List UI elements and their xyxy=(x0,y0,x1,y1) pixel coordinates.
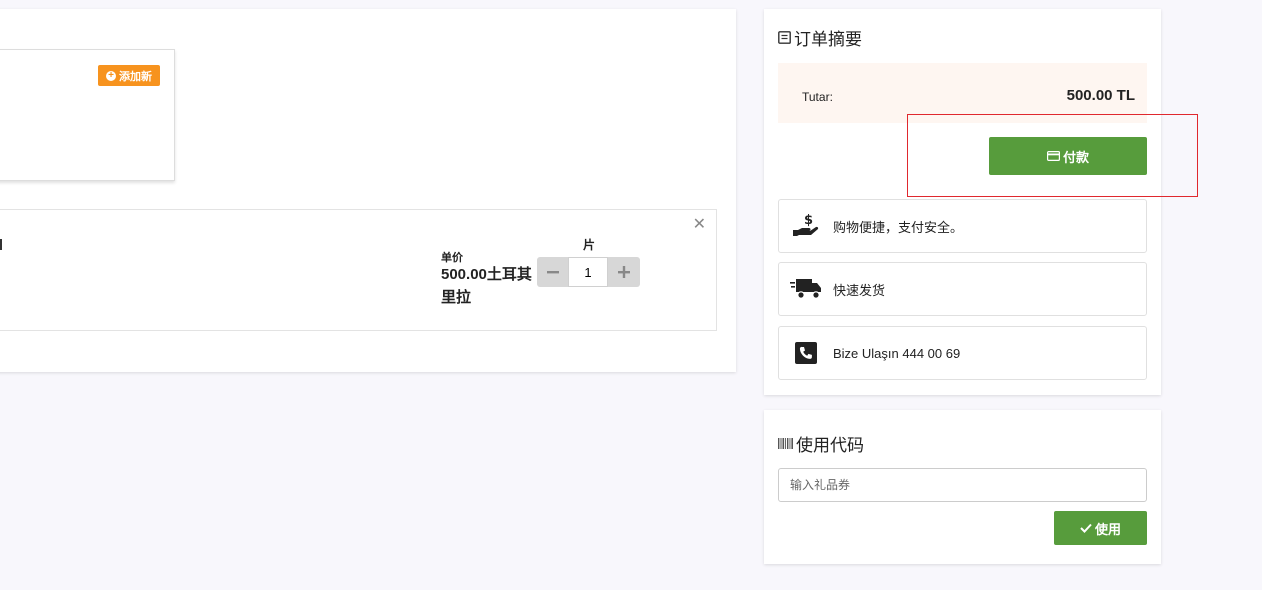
order-summary-title: 订单摘要 xyxy=(778,25,862,50)
pay-label: 付款 xyxy=(1062,149,1089,165)
increase-quantity-button[interactable] xyxy=(608,257,639,287)
quantity-input[interactable] xyxy=(568,257,608,287)
feature-text: 购物便捷，支付安全。 xyxy=(833,219,964,235)
coupon-input[interactable] xyxy=(778,468,1147,502)
feature-text: Bize Ulaşın 444 00 69 xyxy=(833,345,961,361)
barcode-icon xyxy=(778,438,793,449)
total-box: Tutar: 500.00 TL xyxy=(778,63,1147,123)
apply-label: 使用 xyxy=(1094,521,1121,537)
minus-icon xyxy=(546,271,559,274)
pay-button[interactable]: 付款 xyxy=(989,137,1147,175)
feature-fast-shipping: 快速发货 xyxy=(778,262,1147,316)
close-icon[interactable]: ✕ xyxy=(693,217,706,233)
feature-secure-payment: $ 购物便捷，支付安全。 xyxy=(778,199,1147,253)
decrease-quantity-button[interactable] xyxy=(537,257,568,287)
delivery-truck-icon xyxy=(779,277,833,301)
quantity-stepper xyxy=(537,257,640,287)
add-new-label: 添加新 xyxy=(119,70,152,83)
feature-contact: Bize Ulaşın 444 00 69 xyxy=(778,326,1147,380)
credit-card-icon xyxy=(1046,151,1060,161)
quantity-label: 片 xyxy=(583,238,596,252)
plus-icon xyxy=(617,266,630,278)
unit-price-value: 500.00土耳其里拉 xyxy=(441,266,532,306)
receipt-icon xyxy=(778,31,791,44)
address-box: + 添加新 xyxy=(0,49,175,181)
cart-panel: + 添加新 ✕ 单价 500.00土耳其里拉 片 xyxy=(0,9,736,372)
total-label: Tutar: xyxy=(802,90,833,104)
coupon-title: 使用代码 xyxy=(778,431,864,456)
check-icon xyxy=(1080,523,1092,533)
coupon-title-text: 使用代码 xyxy=(796,436,864,455)
svg-text:$: $ xyxy=(804,213,813,228)
phone-icon xyxy=(779,342,833,364)
row-marker xyxy=(0,239,2,250)
coupon-panel: 使用代码 使用 xyxy=(764,410,1161,564)
order-summary-panel: 订单摘要 Tutar: 500.00 TL 付款 $ 购物便捷，支付安全。 快速… xyxy=(764,9,1161,395)
plus-circle-icon: + xyxy=(106,70,116,81)
total-value: 500.00 TL xyxy=(1066,87,1135,104)
apply-coupon-button[interactable]: 使用 xyxy=(1054,511,1147,545)
cart-item-row: ✕ 单价 500.00土耳其里拉 片 xyxy=(0,209,717,331)
hand-money-icon: $ xyxy=(779,213,833,239)
feature-text: 快速发货 xyxy=(833,282,886,298)
add-new-button[interactable]: + 添加新 xyxy=(98,65,160,86)
order-summary-title-text: 订单摘要 xyxy=(794,30,862,49)
